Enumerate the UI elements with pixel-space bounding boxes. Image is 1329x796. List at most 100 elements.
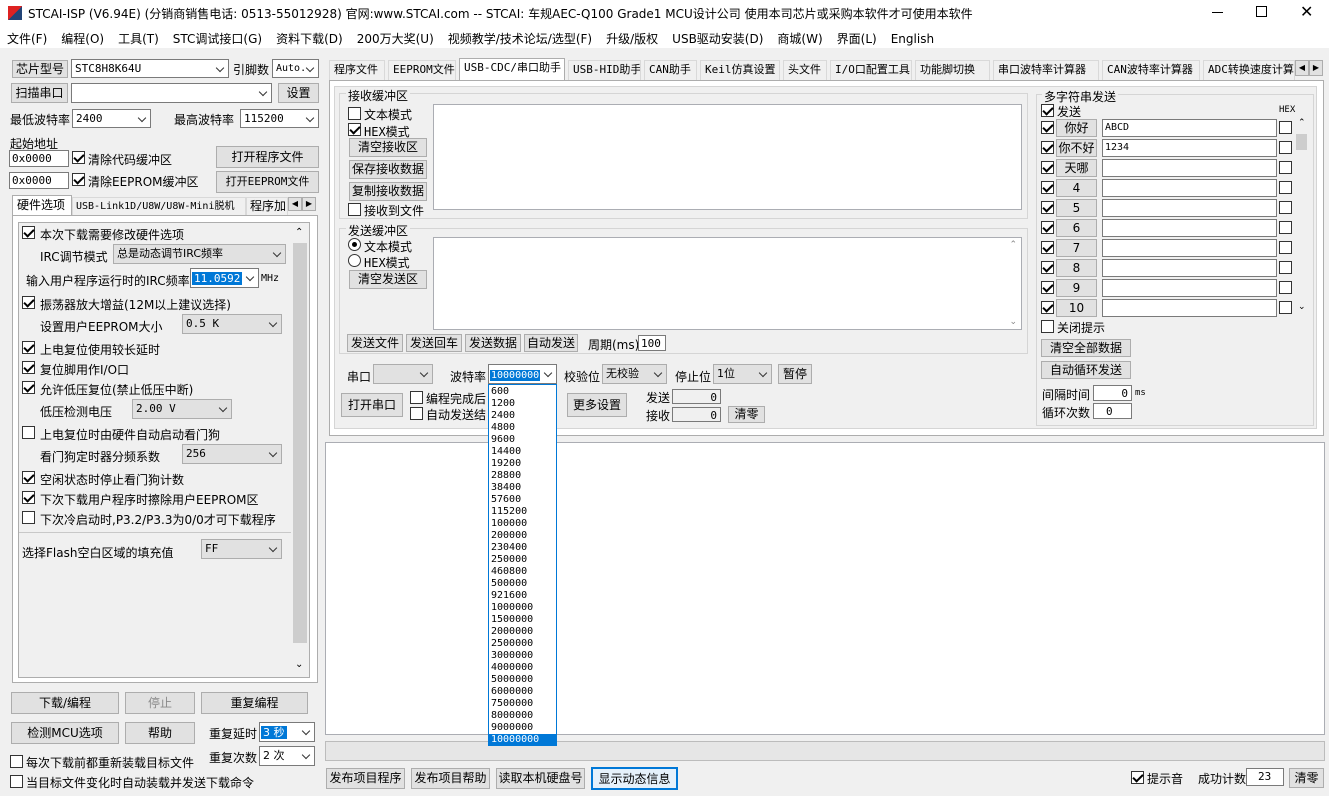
multi-row-hex-checkbox[interactable] [1279, 241, 1292, 254]
cycle-count-input[interactable]: 0 [1093, 403, 1132, 419]
multi-row-send-button[interactable]: 4 [1056, 179, 1097, 197]
multi-row-checkbox[interactable] [1041, 201, 1054, 214]
chip-type-select[interactable]: STC8H8K64U [71, 59, 229, 78]
baud-option[interactable]: 115200 [489, 506, 556, 518]
menu-item[interactable]: English [891, 32, 934, 46]
multi-row-checkbox[interactable] [1041, 281, 1054, 294]
send-file-button[interactable]: 发送文件 [347, 334, 403, 352]
baud-option[interactable]: 600 [489, 386, 556, 398]
tab-scroll-left[interactable]: ◀ [1295, 60, 1309, 76]
multi-row-input[interactable] [1102, 199, 1277, 217]
clear-all-data-button[interactable]: 清空全部数据 [1041, 339, 1131, 357]
multi-row-input[interactable] [1102, 219, 1277, 237]
subtab-scroll-left[interactable]: ◀ [288, 197, 302, 211]
multi-row-input[interactable]: ABCD [1102, 119, 1277, 137]
multi-row-checkbox[interactable] [1041, 181, 1054, 194]
hw-wdt-checkbox[interactable] [22, 426, 35, 439]
stop-bits-select[interactable]: 1位 [713, 364, 772, 384]
multi-row-checkbox[interactable] [1041, 301, 1054, 314]
repeat-delay-select[interactable]: 3 秒 [259, 722, 315, 742]
code-address-input[interactable]: 0x0000 [9, 150, 69, 167]
subtab-program-add[interactable]: 程序加 [246, 197, 288, 216]
baud-option[interactable]: 4000000 [489, 662, 556, 674]
multi-row-send-button[interactable]: 你不好 [1056, 139, 1097, 157]
multi-row-input[interactable] [1102, 159, 1277, 177]
baud-select[interactable]: 10000000 [488, 364, 557, 384]
multi-row-input[interactable] [1102, 239, 1277, 257]
multi-row-send-button[interactable]: 5 [1056, 199, 1097, 217]
recv-hex-mode-checkbox[interactable] [348, 123, 361, 136]
multi-row-checkbox[interactable] [1041, 241, 1054, 254]
wdt-div-select[interactable]: 256 [182, 444, 282, 464]
save-receive-button[interactable]: 保存接收数据 [349, 160, 427, 179]
success-clear-button[interactable]: 清零 [1289, 768, 1324, 788]
subtab-usb-link[interactable]: USB-Link1D/U8W/U8W-Mini脱机 [72, 197, 246, 216]
baud-option[interactable]: 9600 [489, 434, 556, 446]
lvd-select[interactable]: 2.00 V [132, 399, 232, 419]
hardware-scrollbar[interactable]: ⌃ ⌄ [291, 223, 309, 677]
send-textarea[interactable]: ⌃ ⌄ [433, 237, 1022, 330]
settings-button[interactable]: 设置 [278, 83, 319, 103]
multi-row-input[interactable] [1102, 179, 1277, 197]
lvr-checkbox[interactable] [22, 381, 35, 394]
baud-option[interactable]: 921600 [489, 590, 556, 602]
baud-option[interactable]: 4800 [489, 422, 556, 434]
tab-4[interactable]: CAN助手 [644, 60, 697, 80]
parity-select[interactable]: 无校验 [602, 364, 667, 384]
subtab-scroll-right[interactable]: ▶ [302, 197, 316, 211]
baud-option[interactable]: 1000000 [489, 602, 556, 614]
multi-row-hex-checkbox[interactable] [1279, 121, 1292, 134]
send-text-mode-radio[interactable] [348, 238, 361, 251]
after-prog-checkbox[interactable] [410, 391, 423, 404]
multi-row-hex-checkbox[interactable] [1279, 281, 1292, 294]
baud-option[interactable]: 100000 [489, 518, 556, 530]
baud-option[interactable]: 6000000 [489, 686, 556, 698]
erase-eeprom-checkbox[interactable] [22, 491, 35, 504]
menu-item[interactable]: 工具(T) [118, 32, 159, 46]
multi-row-input[interactable] [1102, 259, 1277, 277]
menu-item[interactable]: USB驱动安装(D) [672, 32, 763, 46]
tab-5[interactable]: Keil仿真设置 [700, 60, 780, 80]
menu-item[interactable]: 文件(F) [7, 32, 47, 46]
baud-option[interactable]: 460800 [489, 566, 556, 578]
eeprom-address-input[interactable]: 0x0000 [9, 172, 69, 189]
max-baud-select[interactable]: 115200 [240, 109, 319, 128]
menu-item[interactable]: 资料下载(D) [276, 32, 343, 46]
read-disk-button[interactable]: 读取本机硬盘号 [496, 768, 585, 789]
multi-row-input[interactable]: 1234 [1102, 139, 1277, 157]
send-data-button[interactable]: 发送数据 [465, 334, 521, 352]
multi-row-send-button[interactable]: 你好 [1056, 119, 1097, 137]
tab-10[interactable]: CAN波特率计算器 [1102, 60, 1200, 80]
auto-cycle-send-button[interactable]: 自动循环发送 [1041, 361, 1131, 379]
long-delay-checkbox[interactable] [22, 341, 35, 354]
multi-row-hex-checkbox[interactable] [1279, 161, 1292, 174]
recv-text-mode-checkbox[interactable] [348, 107, 361, 120]
baud-option[interactable]: 19200 [489, 458, 556, 470]
more-settings-button[interactable]: 更多设置 [567, 393, 627, 417]
send-scroll-down-icon[interactable]: ⌄ [1009, 317, 1017, 327]
baud-option[interactable]: 3000000 [489, 650, 556, 662]
download-button[interactable]: 下载/编程 [11, 692, 119, 714]
multi-row-send-button[interactable]: 7 [1056, 239, 1097, 257]
recv-to-file-checkbox[interactable] [348, 203, 361, 216]
flash-fill-select[interactable]: FF [201, 539, 282, 559]
tab-3[interactable]: USB-HID助手 [568, 60, 641, 80]
maximize-icon[interactable] [1256, 6, 1267, 17]
menu-item[interactable]: 200万大奖(U) [357, 32, 434, 46]
clear-send-button[interactable]: 清空发送区 [349, 270, 427, 289]
tone-checkbox[interactable] [1131, 771, 1144, 784]
multi-scroll-down-icon[interactable]: ⌄ [1298, 302, 1306, 312]
multi-row-hex-checkbox[interactable] [1279, 301, 1292, 314]
auto-send-end-checkbox[interactable] [410, 407, 423, 420]
menu-item[interactable]: 升级/版权 [606, 32, 658, 46]
multi-row-checkbox[interactable] [1041, 261, 1054, 274]
scan-port-button[interactable]: 扫描串口 [11, 83, 68, 103]
tab-7[interactable]: I/O口配置工具 [830, 60, 912, 80]
clear-eeprom-checkbox[interactable] [72, 173, 85, 186]
receive-textarea[interactable] [433, 104, 1022, 210]
repeat-count-select[interactable]: 2 次 [259, 746, 315, 766]
irc-freq-select[interactable]: 11.0592 [190, 268, 259, 288]
menu-item[interactable]: 视频教学/技术论坛/选型(F) [448, 32, 592, 46]
minimize-icon[interactable] [1212, 12, 1223, 13]
multi-row-checkbox[interactable] [1041, 141, 1054, 154]
